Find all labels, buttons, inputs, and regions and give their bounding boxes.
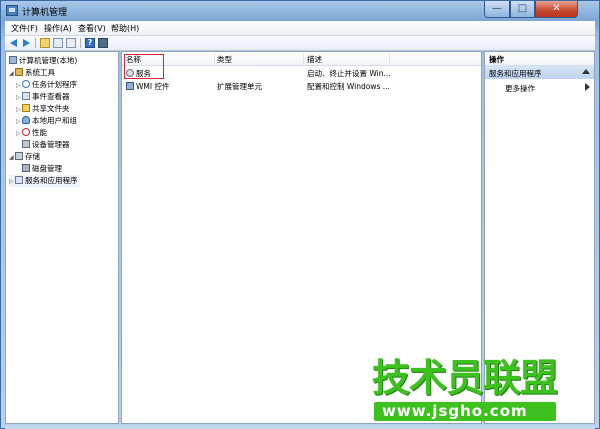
collapse-up-icon[interactable]: [582, 69, 590, 74]
tree-item-event-viewer[interactable]: ▷ 事件查看器: [16, 91, 70, 103]
tree-item-local-users-groups[interactable]: ▷ 本地用户和组: [16, 115, 77, 127]
device-manager-icon: [22, 140, 30, 148]
menu-help[interactable]: 帮助(H): [111, 23, 139, 34]
performance-icon: [22, 128, 30, 136]
shared-folder-icon: [22, 104, 30, 112]
users-icon: [22, 116, 30, 124]
clock-icon: [22, 80, 30, 88]
column-header-description[interactable]: 描述: [307, 54, 322, 65]
row-name: WMI 控件: [136, 82, 170, 91]
services-apps-icon: [15, 176, 23, 184]
highlight-annotation-box: [124, 54, 164, 79]
back-button[interactable]: [9, 38, 19, 48]
export-list-button[interactable]: [66, 38, 76, 48]
watermark-url-text: www.jsgho.com: [382, 402, 528, 420]
menu-file[interactable]: 文件(F): [11, 23, 38, 34]
minimize-button[interactable]: —: [484, 1, 510, 18]
tree-item-device-manager[interactable]: 设备管理器: [22, 139, 70, 151]
tree-item-label: 存储: [25, 152, 40, 161]
watermark-main-text: 技术员联盟: [372, 356, 558, 400]
tree-item-system-tools[interactable]: ◢ 系统工具: [9, 67, 55, 79]
computer-icon: [9, 56, 17, 64]
console-tree-pane: 计算机管理(本地) ◢ 系统工具 ▷ 任务计划程序 ▷ 事件查看器 ▷ 共享文件夹 ▷ 本…: [5, 51, 119, 424]
tree-item-label: 性能: [32, 128, 47, 137]
tree-item-services-applications[interactable]: ▷ 服务和应用程序: [9, 175, 80, 187]
menu-action[interactable]: 操作(A): [44, 23, 72, 34]
tools-icon: [15, 68, 23, 76]
actions-header: 操作: [485, 52, 594, 66]
storage-icon: [15, 152, 23, 160]
submenu-arrow-icon: [585, 83, 590, 91]
menu-view[interactable]: 查看(V): [78, 23, 106, 34]
row-description: 启动、终止并设置 Win...: [307, 69, 391, 78]
maximize-button[interactable]: □: [510, 1, 535, 18]
tree-item-performance[interactable]: ▷ 性能: [16, 127, 47, 139]
tree-root[interactable]: 计算机管理(本地): [9, 55, 77, 67]
column-header-type[interactable]: 类型: [217, 54, 232, 65]
tree-item-label: 设备管理器: [32, 140, 70, 149]
tree-root-label: 计算机管理(本地): [19, 56, 78, 65]
toolbar-separator: [80, 38, 81, 48]
watermark-logo: 技术员联盟 www.jsgho.com: [372, 358, 562, 424]
list-row-services[interactable]: 服务 启动、终止并设置 Win...: [122, 66, 481, 79]
show-hide-action-pane-button[interactable]: [98, 38, 108, 48]
show-hide-console-tree-button[interactable]: [53, 38, 63, 48]
back-arrow-icon: [10, 39, 17, 47]
actions-group-services-apps[interactable]: 服务和应用程序: [485, 66, 594, 79]
help-button[interactable]: ?: [85, 38, 95, 48]
actions-title: 操作: [489, 55, 504, 64]
toolbar: ?: [5, 36, 595, 51]
row-description: 配置和控制 Windows ...: [307, 82, 390, 91]
action-more-actions[interactable]: 更多操作: [485, 81, 594, 93]
column-separator[interactable]: [214, 53, 215, 64]
wmi-icon: [126, 82, 134, 90]
tree-item-label: 共享文件夹: [32, 104, 70, 113]
column-separator[interactable]: [389, 53, 390, 64]
column-header-row: 名称 类型 描述: [122, 52, 481, 66]
forward-button[interactable]: [21, 38, 31, 48]
tree-item-label: 任务计划程序: [32, 80, 77, 89]
tree-item-label: 本地用户和组: [32, 116, 77, 125]
actions-group-label: 服务和应用程序: [489, 69, 542, 78]
tree-item-label: 服务和应用程序: [25, 176, 78, 185]
tree-item-storage[interactable]: ◢ 存储: [9, 151, 40, 163]
tree-item-label: 系统工具: [25, 68, 55, 77]
tree-item-label: 磁盘管理: [32, 164, 62, 173]
menu-bar: 文件(F) 操作(A) 查看(V) 帮助(H): [5, 21, 595, 36]
forward-arrow-icon: [23, 39, 30, 47]
row-type: 扩展管理单元: [217, 82, 262, 91]
tree-item-label: 事件查看器: [32, 92, 70, 101]
tree-item-disk-management[interactable]: 磁盘管理: [22, 163, 62, 175]
computer-management-icon: [6, 5, 18, 16]
window-title: 计算机管理: [22, 8, 68, 18]
title-bar[interactable]: 计算机管理 — □ ✕: [1, 1, 599, 21]
column-separator[interactable]: [303, 53, 304, 64]
toolbar-separator: [35, 38, 36, 48]
tree-item-shared-folders[interactable]: ▷ 共享文件夹: [16, 103, 70, 115]
list-row-wmi[interactable]: WMI 控件 扩展管理单元 配置和控制 Windows ...: [122, 79, 481, 92]
event-log-icon: [22, 92, 30, 100]
disk-icon: [22, 164, 30, 172]
tree-item-task-scheduler[interactable]: ▷ 任务计划程序: [16, 79, 77, 91]
up-level-button[interactable]: [40, 38, 50, 48]
close-button[interactable]: ✕: [535, 1, 578, 18]
action-label: 更多操作: [505, 84, 535, 93]
